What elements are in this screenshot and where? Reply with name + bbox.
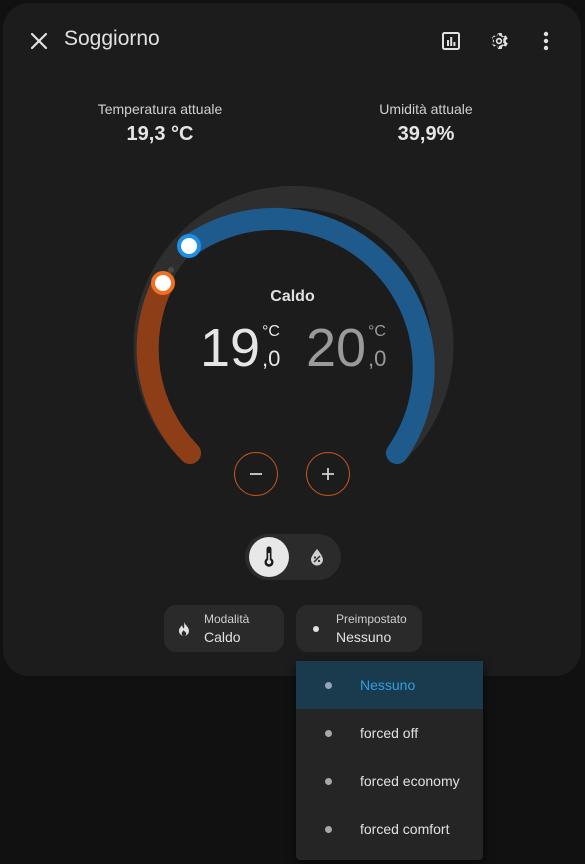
preset-menu: Nessuno forced off forced economy forced… (296, 661, 483, 860)
low-setpoint-display[interactable]: 19 °C ,0 (200, 318, 290, 378)
thermometer-icon (264, 546, 274, 567)
hvac-mode-chip[interactable]: Modalità Caldo (164, 605, 284, 652)
low-setpoint-integer: 19 (200, 318, 261, 378)
hvac-mode-chip-value: Caldo (204, 629, 241, 645)
preset-chip[interactable]: Preimpostato Nessuno (296, 605, 422, 652)
hvac-action-label: Caldo (270, 288, 315, 305)
humidity-view-button[interactable] (297, 537, 337, 577)
minus-icon (250, 473, 262, 475)
high-setpoint-decimal: ,0 (368, 346, 387, 371)
preset-chip-label: Preimpostato (336, 612, 407, 626)
dot-icon (325, 682, 332, 689)
dot-icon (325, 778, 332, 785)
high-setpoint-unit: °C (368, 323, 386, 340)
dot-icon (325, 730, 332, 737)
heat-range-arc (136, 272, 201, 464)
plus-icon (322, 468, 334, 480)
dot-icon (325, 826, 332, 833)
high-setpoint-display[interactable]: 20 °C ,0 (306, 318, 396, 378)
preset-option-nessuno[interactable]: Nessuno (296, 661, 483, 709)
preset-option-label: forced comfort (360, 821, 450, 837)
preset-chip-value: Nessuno (336, 629, 392, 645)
dial-target-dot (168, 267, 174, 273)
temperature-view-button[interactable] (249, 537, 289, 577)
humidity-icon (311, 549, 323, 566)
increase-button[interactable] (306, 452, 350, 496)
thermostat-dial (133, 185, 454, 464)
view-toggle (245, 534, 341, 580)
hvac-mode-chip-label: Modalità (204, 612, 250, 626)
high-setpoint-handle[interactable] (177, 234, 201, 258)
preset-option-label: forced economy (360, 773, 460, 789)
high-setpoint-integer: 20 (306, 318, 367, 378)
preset-option-forced-comfort[interactable]: forced comfort (296, 805, 483, 853)
preset-option-label: Nessuno (360, 677, 416, 693)
decrease-button[interactable] (234, 452, 278, 496)
low-setpoint-decimal: ,0 (262, 346, 281, 371)
preset-option-forced-economy[interactable]: forced economy (296, 757, 483, 805)
preset-option-label: forced off (360, 725, 419, 741)
flame-icon (179, 622, 189, 636)
dot-icon (313, 626, 319, 632)
low-setpoint-unit: °C (262, 323, 280, 340)
preset-option-forced-off[interactable]: forced off (296, 709, 483, 757)
